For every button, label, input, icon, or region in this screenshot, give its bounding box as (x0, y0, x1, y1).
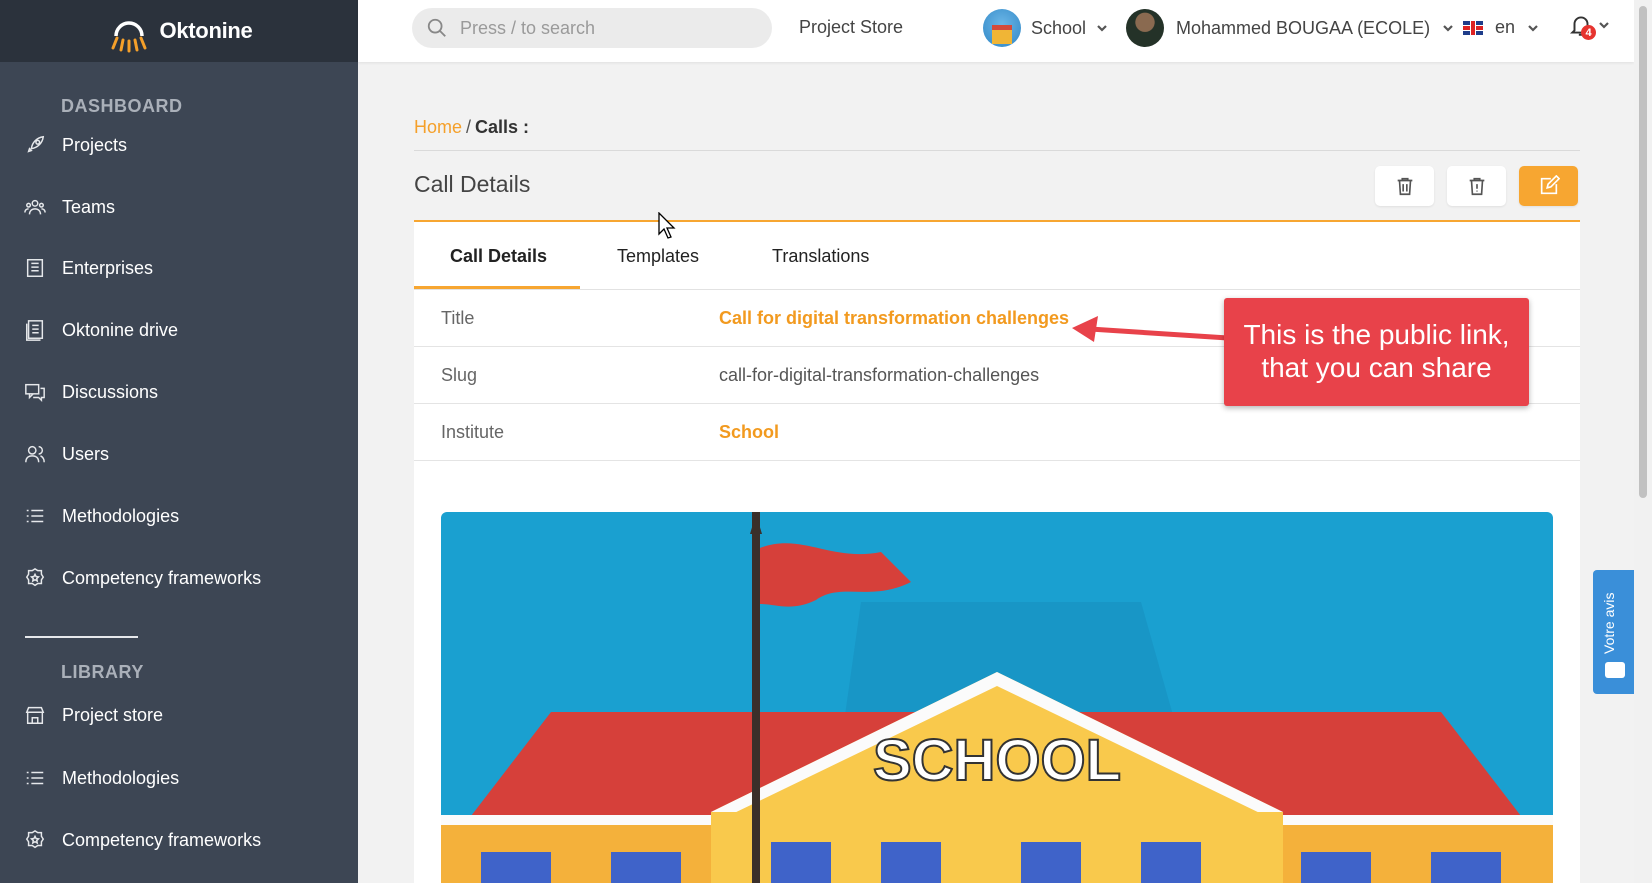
users-icon (25, 445, 45, 463)
tab-call-details[interactable]: Call Details (450, 246, 547, 267)
sidebar-item-library-competency-frameworks[interactable]: Competency frameworks (24, 825, 261, 855)
callout-line-1: This is the public link, (1243, 319, 1510, 350)
sidebar-item-label: Discussions (62, 381, 159, 402)
school-sign-text: SCHOOL (873, 728, 1121, 793)
user-name: Mohammed BOUGAA (ECOLE) (1176, 17, 1431, 38)
search-icon (427, 18, 446, 37)
institute-link[interactable]: School (719, 422, 779, 443)
scrollbar[interactable] (1634, 0, 1652, 883)
detail-label: Slug (441, 365, 478, 385)
sidebar-item-label: Methodologies (62, 505, 180, 526)
team-icon (24, 199, 46, 215)
school-switcher[interactable]: School (983, 9, 1108, 47)
sidebar-item-label: Teams (62, 196, 116, 217)
user-menu[interactable]: Mohammed BOUGAA (ECOLE) (1126, 9, 1454, 47)
sidebar-item-label: Methodologies (62, 767, 180, 788)
badge-icon (25, 567, 45, 587)
detail-label: Title (441, 308, 475, 328)
tab-templates[interactable]: Templates (617, 246, 699, 267)
brand-name: Oktonine (159, 18, 253, 43)
notification-count-badge: 4 (1581, 25, 1596, 40)
feedback-label: Votre avis (1601, 592, 1617, 654)
sidebar: Oktonine DASHBOARD Projects Teams Enterp… (0, 0, 358, 883)
scrollbar-thumb[interactable] (1639, 6, 1647, 498)
breadcrumb: Home / Calls : (414, 117, 529, 138)
sidebar-item-label: Enterprises (62, 257, 154, 278)
detail-row-institute: Institute School (414, 404, 1580, 461)
sidebar-item-label: Competency frameworks (62, 567, 262, 588)
sidebar-item-label: Projects (62, 134, 128, 155)
trash-icon (1397, 177, 1412, 196)
avatar (1126, 9, 1164, 47)
sidebar-item-methodologies[interactable]: Methodologies (24, 501, 179, 531)
school-avatar (983, 9, 1021, 47)
callout-line-2: that you can share (1261, 352, 1492, 383)
feedback-tab[interactable]: Votre avis (1593, 570, 1635, 694)
breadcrumb-separator: / (466, 117, 472, 137)
chevron-down-icon (1599, 22, 1609, 29)
sidebar-item-library-methodologies[interactable]: Methodologies (24, 763, 179, 793)
tabs: Call Details Templates Translations (414, 222, 1580, 290)
archive-button[interactable] (1447, 166, 1506, 206)
tab-translations[interactable]: Translations (772, 246, 869, 267)
breadcrumb-home[interactable]: Home (414, 117, 462, 137)
topbar: Project Store School Mohammed BOUGAA (EC… (358, 0, 1634, 62)
section-dashboard: DASHBOARD (61, 96, 183, 116)
trash-alert-icon (1469, 177, 1484, 196)
callout-arrow-icon (1072, 316, 1229, 342)
detail-label: Institute (441, 422, 505, 442)
sidebar-item-teams[interactable]: Teams (24, 192, 115, 222)
rocket-icon (27, 135, 45, 153)
sidebar-item-drive[interactable]: Oktonine drive (24, 315, 178, 345)
badge-icon (25, 829, 45, 849)
sidebar-item-project-store[interactable]: Project store (24, 700, 163, 730)
brand[interactable]: Oktonine (0, 0, 358, 62)
store-icon (25, 706, 45, 724)
school-illustration: SCHOOL (441, 512, 1553, 883)
active-tab-indicator (414, 286, 580, 289)
search-box[interactable] (412, 8, 772, 48)
oktonine-logo-icon (111, 21, 147, 53)
enterprise-icon (26, 259, 44, 277)
sidebar-item-competency-frameworks[interactable]: Competency frameworks (24, 563, 261, 593)
language-switcher[interactable]: en (1463, 17, 1539, 38)
sidebar-item-projects[interactable]: Projects (24, 130, 127, 160)
sidebar-item-label: Users (62, 443, 110, 464)
sidebar-item-label: Competency frameworks (62, 829, 262, 850)
mouse-cursor-icon (658, 212, 676, 239)
list-icon (26, 771, 44, 785)
edit-icon (1540, 175, 1560, 195)
call-cover-image: SCHOOL (441, 512, 1553, 883)
chevron-down-icon (1528, 24, 1538, 32)
slug-value: call-for-digital-transformation-challeng… (719, 365, 1040, 385)
delete-button[interactable] (1375, 166, 1434, 206)
smiley-icon (1605, 662, 1625, 678)
sidebar-item-label: Project store (62, 704, 164, 725)
uk-flag-icon (1463, 20, 1483, 35)
chevron-down-icon (1097, 25, 1107, 32)
sidebar-item-label: Oktonine drive (62, 319, 179, 340)
breadcrumb-current: Calls : (475, 117, 530, 137)
sidebar-item-enterprises[interactable]: Enterprises (24, 253, 153, 283)
sidebar-item-discussions[interactable]: Discussions (24, 377, 158, 407)
list-icon (26, 509, 44, 523)
call-title-link[interactable]: Call for digital transformation challeng… (719, 308, 1069, 329)
drive-icon (26, 320, 44, 341)
chevron-down-icon (1443, 25, 1453, 32)
sidebar-divider (25, 636, 138, 638)
divider (414, 150, 1580, 151)
project-store-link[interactable]: Project Store (799, 17, 903, 38)
search-input[interactable] (460, 17, 740, 39)
language-code: en (1495, 17, 1516, 37)
section-library: LIBRARY (61, 662, 144, 682)
page-title: Call Details (414, 171, 531, 197)
discussion-icon (25, 383, 45, 403)
sidebar-item-users[interactable]: Users (24, 439, 109, 469)
edit-button[interactable] (1519, 166, 1578, 206)
notifications-button[interactable]: 4 (1568, 12, 1610, 40)
callout-annotation: This is the public link, that you can sh… (1224, 298, 1529, 406)
school-name: School (1031, 17, 1087, 38)
